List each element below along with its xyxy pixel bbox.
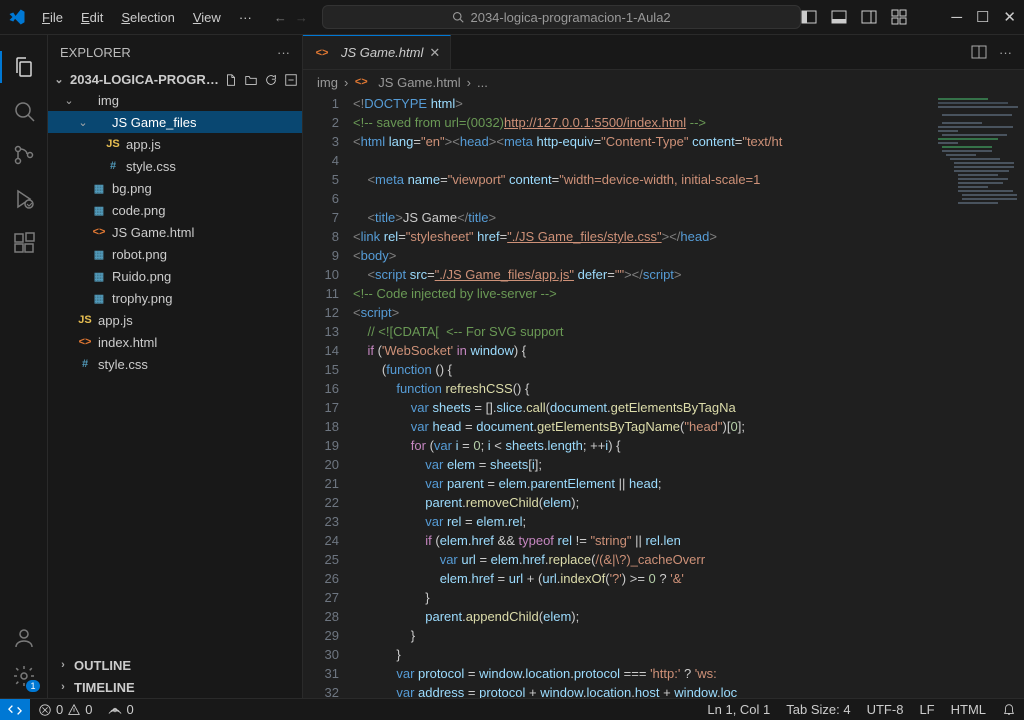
collapse-icon[interactable] <box>284 73 298 87</box>
language-mode[interactable]: HTML <box>943 702 994 717</box>
tab-close-icon[interactable]: ✕ <box>429 45 440 61</box>
layout-customize-icon[interactable] <box>891 9 907 25</box>
settings-activity-icon[interactable]: 1 <box>10 662 38 690</box>
explorer-activity-icon[interactable] <box>10 53 38 81</box>
extensions-activity-icon[interactable] <box>10 229 38 257</box>
tree-item-code-png[interactable]: ▦code.png <box>48 199 302 221</box>
status-bar: 0 0 0 Ln 1, Col 1 Tab Size: 4 UTF-8 LF H… <box>0 698 1024 720</box>
sidebar-header: EXPLORER ··· <box>48 35 302 70</box>
vscode-logo-icon <box>8 8 26 26</box>
tab-bar: <> JS Game.html ✕ ··· <box>303 35 1024 70</box>
nav-back-icon[interactable]: ← <box>274 10 287 25</box>
source-control-activity-icon[interactable] <box>10 141 38 169</box>
new-folder-icon[interactable] <box>244 73 258 87</box>
folder-icon <box>90 113 108 131</box>
tree-item-img[interactable]: ⌄img <box>48 89 302 111</box>
activity-bar: 1 <box>0 35 48 698</box>
tree-item-bg-png[interactable]: ▦bg.png <box>48 177 302 199</box>
titlebar-controls: ─ ☐ ✕ <box>801 8 1016 26</box>
main-menu: File Edit Selection View ··· <box>34 6 260 29</box>
img-icon: ▦ <box>90 201 108 219</box>
encoding[interactable]: UTF-8 <box>859 702 912 717</box>
menu-more[interactable]: ··· <box>231 6 260 29</box>
command-center[interactable]: 2034-logica-programacion-1-Aula2 <box>322 5 802 29</box>
sidebar: EXPLORER ··· ⌄ 2034-LOGICA-PROGRAM... ⌄i… <box>48 35 303 698</box>
js-icon: JS <box>76 311 94 329</box>
command-center-text: 2034-logica-programacion-1-Aula2 <box>470 10 670 25</box>
run-activity-icon[interactable] <box>10 185 38 213</box>
outline-section[interactable]: ›OUTLINE <box>48 654 302 676</box>
img-icon: ▦ <box>90 245 108 263</box>
tree-item-style-css[interactable]: #style.css <box>48 353 302 375</box>
tree-item-js-game-html[interactable]: <>JS Game.html <box>48 221 302 243</box>
tree-item-index-html[interactable]: <>index.html <box>48 331 302 353</box>
menu-view[interactable]: View <box>185 6 229 29</box>
cursor-position[interactable]: Ln 1, Col 1 <box>699 702 778 717</box>
img-icon: ▦ <box>90 179 108 197</box>
remote-button[interactable] <box>0 699 30 720</box>
html-file-icon: <> <box>313 44 331 62</box>
timeline-section[interactable]: ›TIMELINE <box>48 676 302 698</box>
new-file-icon[interactable] <box>224 73 238 87</box>
img-icon: ▦ <box>90 289 108 307</box>
nav-forward-icon[interactable]: → <box>295 10 308 25</box>
accounts-activity-icon[interactable] <box>10 624 38 652</box>
notifications-icon[interactable] <box>994 702 1024 716</box>
menu-selection[interactable]: Selection <box>113 6 182 29</box>
menu-edit[interactable]: Edit <box>73 6 111 29</box>
code-editor[interactable]: 1234567891011121314151617181920212223242… <box>303 94 1024 698</box>
nav-arrows: ← → <box>274 10 308 25</box>
maximize-button[interactable]: ☐ <box>976 8 989 26</box>
layout-right-icon[interactable] <box>861 9 877 25</box>
tree-item-ruido-png[interactable]: ▦Ruido.png <box>48 265 302 287</box>
sidebar-more-icon[interactable]: ··· <box>277 45 290 60</box>
tree-item-app-js[interactable]: JSapp.js <box>48 133 302 155</box>
folder-icon <box>76 91 94 109</box>
html-icon: <> <box>76 333 94 351</box>
layout-left-icon[interactable] <box>801 9 817 25</box>
tree-item-robot-png[interactable]: ▦robot.png <box>48 243 302 265</box>
tree-project-header[interactable]: ⌄ 2034-LOGICA-PROGRAM... <box>48 70 302 89</box>
css-icon: # <box>76 355 94 373</box>
search-activity-icon[interactable] <box>10 97 38 125</box>
project-name: 2034-LOGICA-PROGRAM... <box>70 72 220 87</box>
file-tree: ⌄ 2034-LOGICA-PROGRAM... ⌄img⌄JS Game_fi… <box>48 70 302 654</box>
code-content[interactable]: <!DOCTYPE html><!-- saved from url=(0032… <box>353 94 1024 698</box>
close-button[interactable]: ✕ <box>1003 8 1016 26</box>
indentation[interactable]: Tab Size: 4 <box>778 702 858 717</box>
refresh-icon[interactable] <box>264 73 278 87</box>
tab-more-icon[interactable]: ··· <box>999 45 1012 60</box>
editor-group: <> JS Game.html ✕ ··· img› <> JS Game.ht… <box>303 35 1024 698</box>
html-file-icon: <> <box>354 73 368 91</box>
tree-item-style-css[interactable]: #style.css <box>48 155 302 177</box>
css-icon: # <box>104 157 122 175</box>
tab-label: JS Game.html <box>341 45 423 60</box>
problems-button[interactable]: 0 0 <box>30 699 100 720</box>
layout-bottom-icon[interactable] <box>831 9 847 25</box>
search-icon <box>452 11 464 23</box>
titlebar: File Edit Selection View ··· ← → 2034-lo… <box>0 0 1024 35</box>
split-editor-icon[interactable] <box>971 44 987 60</box>
minimap[interactable] <box>934 94 1024 698</box>
js-icon: JS <box>104 135 122 153</box>
tree-item-trophy-png[interactable]: ▦trophy.png <box>48 287 302 309</box>
img-icon: ▦ <box>90 267 108 285</box>
sidebar-title: EXPLORER <box>60 45 131 60</box>
tree-item-js-game_files[interactable]: ⌄JS Game_files <box>48 111 302 133</box>
eol[interactable]: LF <box>911 702 942 717</box>
tab-jsgame[interactable]: <> JS Game.html ✕ <box>303 35 451 69</box>
breadcrumb[interactable]: img› <> JS Game.html› ... <box>303 70 1024 94</box>
ports-button[interactable]: 0 <box>100 699 141 720</box>
menu-file[interactable]: File <box>34 6 71 29</box>
line-numbers: 1234567891011121314151617181920212223242… <box>303 94 353 698</box>
tree-item-app-js[interactable]: JSapp.js <box>48 309 302 331</box>
html-icon: <> <box>90 223 108 241</box>
minimize-button[interactable]: ─ <box>951 9 962 26</box>
